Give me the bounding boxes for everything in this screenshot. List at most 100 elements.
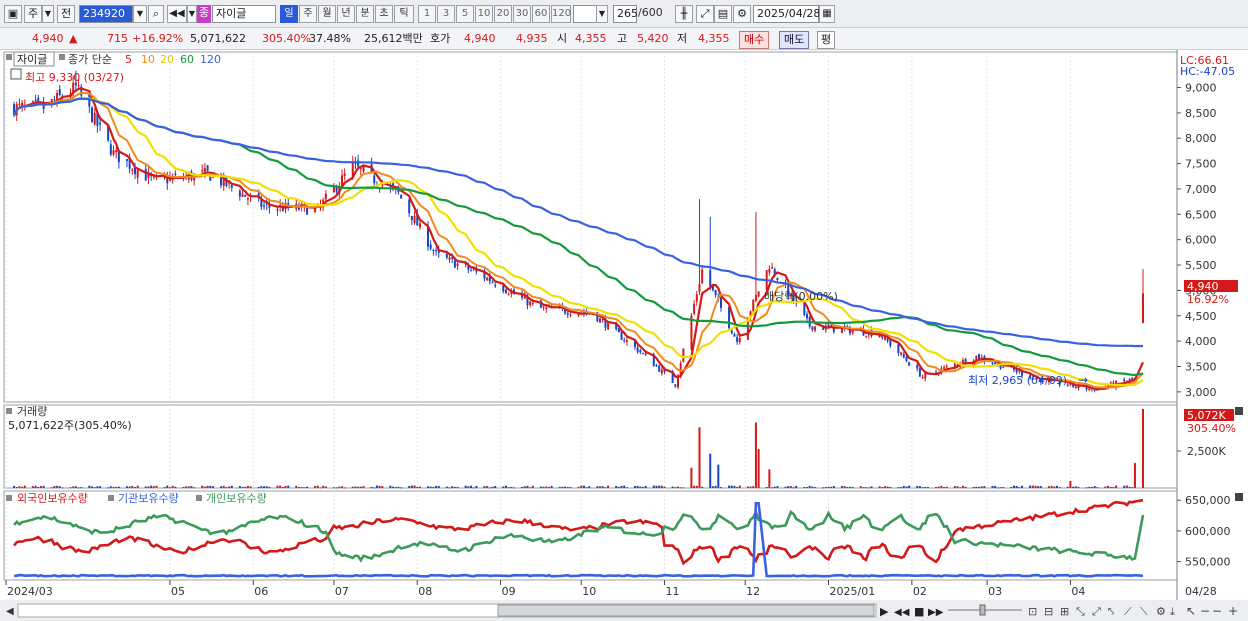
interval-60[interactable]: 60 xyxy=(532,5,550,23)
period-day[interactable]: 일 xyxy=(280,5,298,23)
interval-120[interactable]: 120 xyxy=(551,5,571,23)
volume-value: 5,071,622 xyxy=(190,32,246,45)
pointer-icon[interactable]: ↖ xyxy=(1186,604,1196,618)
candle-body xyxy=(37,97,40,102)
period-year[interactable]: 년 xyxy=(337,5,355,23)
market-dropdown-icon[interactable]: ▼ xyxy=(42,5,54,23)
candle-body xyxy=(109,144,112,155)
x-right-label: 04/28 xyxy=(1185,585,1217,598)
volume-bar xyxy=(168,487,171,489)
period-week[interactable]: 주 xyxy=(299,5,317,23)
tool-icon-5[interactable]: ⤢ xyxy=(1092,605,1101,618)
interval-1[interactable]: 1 xyxy=(418,5,436,23)
candle-body xyxy=(502,285,505,292)
volume-bar xyxy=(964,486,967,488)
volume-bar xyxy=(300,486,303,488)
tool-icon-3[interactable]: ⊞ xyxy=(1060,605,1069,618)
forward-icon[interactable]: ▶▶ xyxy=(928,607,944,618)
tool-icon-7[interactable]: ⟋ xyxy=(1124,605,1132,618)
date-input[interactable]: 2025/04/28 xyxy=(753,5,820,23)
search-icon[interactable]: ⌕ xyxy=(148,5,164,23)
table-icon[interactable] xyxy=(10,68,22,80)
candle-body xyxy=(897,344,900,353)
interval-10[interactable]: 10 xyxy=(475,5,493,23)
sound-dropdown-icon[interactable]: ▼ xyxy=(187,5,197,23)
price-change: 715 xyxy=(107,32,128,45)
interval-3[interactable]: 3 xyxy=(437,5,455,23)
sell-button[interactable]: 매도 xyxy=(779,31,810,49)
volume-bar xyxy=(599,486,602,488)
minus-icon[interactable]: − xyxy=(1212,604,1222,618)
tool-icon-8[interactable]: ⟍ xyxy=(1140,605,1148,618)
save-icon[interactable]: ▤ xyxy=(714,5,732,23)
stock-code-input[interactable]: 234920 xyxy=(79,5,133,23)
average-button[interactable]: 평 xyxy=(817,31,836,49)
volume-bar xyxy=(601,486,604,488)
tool-icon-4[interactable]: ⤡ xyxy=(1076,605,1085,618)
stock-chart[interactable]: 9,000 8,500 8,000 7,500 7,000 6,500 6,000 5,500… xyxy=(0,50,1248,621)
stop-icon[interactable]: ■ xyxy=(914,605,924,618)
sound-icon[interactable]: ◀◀ xyxy=(167,5,187,23)
volume-panel-close-icon[interactable] xyxy=(1235,407,1243,415)
play-icon[interactable]: ▶ xyxy=(880,605,889,618)
volume-bar xyxy=(241,486,244,488)
candle-body xyxy=(918,368,921,377)
interval-dropdown-icon[interactable]: ▼ xyxy=(596,5,608,23)
tool-icon-6[interactable]: ⤣ xyxy=(1108,605,1114,618)
candle-body xyxy=(238,190,241,197)
tool-icon-2[interactable]: ⊟ xyxy=(1044,605,1053,618)
volume-bar xyxy=(324,486,327,488)
interval-30[interactable]: 30 xyxy=(513,5,531,23)
scrollbar-thumb[interactable] xyxy=(497,604,875,617)
volume-bar xyxy=(585,487,588,489)
candle-body xyxy=(674,384,677,387)
candle-body xyxy=(362,166,365,172)
volume-bar xyxy=(849,486,852,488)
volume-bar xyxy=(263,486,266,488)
last-pct-tag: 16.92% xyxy=(1187,293,1229,306)
prev-button[interactable]: 전 xyxy=(57,5,75,23)
zoom-out-icon[interactable]: − xyxy=(1200,604,1210,618)
window-menu-icon[interactable]: ▣ xyxy=(4,5,22,23)
volume-bar xyxy=(830,486,833,488)
settings-icon[interactable]: ⚙ xyxy=(733,5,751,23)
rewind-icon[interactable]: ◀◀ xyxy=(894,607,910,618)
volume-bar xyxy=(1104,486,1107,488)
volume-bar xyxy=(738,485,741,488)
volume-bar xyxy=(56,485,59,488)
scroll-left-icon[interactable]: ◀ xyxy=(6,606,14,617)
volume-bar xyxy=(61,487,64,489)
volume-bar xyxy=(851,486,854,488)
period-tick[interactable]: 틱 xyxy=(394,5,414,23)
ex-rights-note: 배당락(0.00%) xyxy=(764,290,838,303)
tool-icon-9[interactable]: ⚙ xyxy=(1156,605,1166,618)
zoom-in-icon[interactable]: + xyxy=(1228,604,1238,618)
high-price: 5,420 xyxy=(637,32,669,45)
interval-5[interactable]: 5 xyxy=(456,5,474,23)
stock-name-field[interactable]: 자이글 xyxy=(212,5,276,23)
period-second[interactable]: 초 xyxy=(375,5,393,23)
candle-body xyxy=(865,335,868,337)
holding-tick-label: 600,000 xyxy=(1185,525,1231,538)
interval-20[interactable]: 20 xyxy=(494,5,512,23)
period-month[interactable]: 월 xyxy=(318,5,336,23)
x-tick-label: 05 xyxy=(171,585,185,598)
volume-bar xyxy=(870,486,873,488)
holding-panel-close-icon[interactable] xyxy=(1235,493,1243,501)
tool-icon-10[interactable]: ⤓ xyxy=(1170,605,1175,618)
interval-custom-input[interactable] xyxy=(573,5,597,23)
volume-bar xyxy=(96,486,99,488)
code-dropdown-icon[interactable]: ▼ xyxy=(133,5,147,23)
candle-type-icon[interactable]: ╫ xyxy=(675,5,693,23)
tool-icon-1[interactable]: ⊡ xyxy=(1028,605,1037,618)
period-minute[interactable]: 분 xyxy=(356,5,374,23)
market-select[interactable]: 주 xyxy=(24,5,42,23)
volume-bar xyxy=(322,485,325,488)
x-tick-label: 2024/03 xyxy=(7,585,53,598)
zoom-slider-thumb[interactable] xyxy=(979,604,986,616)
calendar-icon[interactable]: ▦ xyxy=(819,5,835,23)
volume-bar xyxy=(50,487,53,489)
buy-button[interactable]: 매수 xyxy=(739,31,770,49)
overlay-icon[interactable]: ⤢ xyxy=(696,5,714,23)
bar-count-input[interactable]: 265 xyxy=(613,5,638,23)
